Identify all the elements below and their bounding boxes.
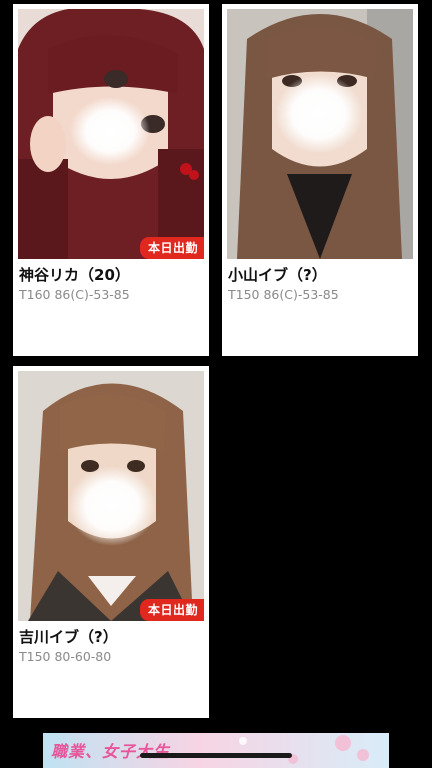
girl-photo[interactable]: 本日出勤 [18,9,204,259]
girl-card[interactable]: 本日出勤 吉川イブ（?） T150 80-60-80 [13,366,209,718]
girl-name[interactable]: 神谷リカ（20） [19,264,130,285]
girl-name[interactable]: 吉川イブ（?） [19,626,118,647]
home-indicator[interactable] [140,753,292,758]
today-working-badge: 本日出勤 [139,599,204,621]
girl-specs: T150 80-60-80 [19,649,112,664]
girl-photo[interactable]: 本日出勤 [18,371,204,621]
promo-banner[interactable]: 職業、女子大生 [43,733,389,768]
girl-card[interactable]: 本日出勤 神谷リカ（20） T160 86(C)-53-85 [13,4,209,356]
girl-photo-image [18,9,204,259]
girl-photo-image [227,9,413,259]
girl-specs: T160 86(C)-53-85 [19,287,130,302]
girl-name[interactable]: 小山イブ（?） [228,264,327,285]
banner-title: 職業、女子大生 [51,742,171,761]
girl-specs: T150 86(C)-53-85 [228,287,339,302]
today-working-badge: 本日出勤 [139,237,204,259]
girl-photo-image [18,371,204,621]
girl-card[interactable]: 小山イブ（?） T150 86(C)-53-85 [222,4,418,356]
girl-photo[interactable] [227,9,413,259]
